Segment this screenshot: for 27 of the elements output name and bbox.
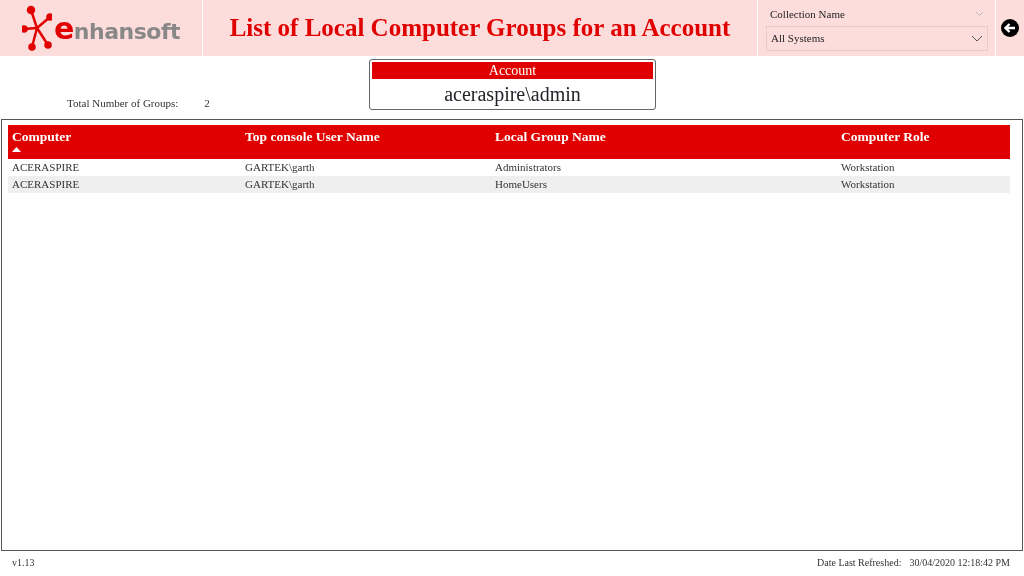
table-cell: GARTEK\garth xyxy=(241,159,491,176)
table-cell: ACERASPIRE xyxy=(8,159,241,176)
slicer-label: Collection Name xyxy=(770,6,845,22)
dropdown-field[interactable]: All Systems xyxy=(766,26,988,51)
table-cell: HomeUsers xyxy=(491,176,837,193)
table-cell: GARTEK\garth xyxy=(241,176,491,193)
chevron-icon xyxy=(971,34,983,42)
table-cell: ACERASPIRE xyxy=(8,176,241,193)
logo-text: enhansoft xyxy=(54,9,180,48)
card-title: Account xyxy=(372,62,653,79)
column-header[interactable]: Computer Role xyxy=(837,125,1010,159)
refreshed-label: Date Last Refreshed: xyxy=(817,557,902,568)
column-header[interactable]: Top console User Name xyxy=(241,125,491,159)
summary-value: 2 xyxy=(204,95,210,111)
chevron-icon xyxy=(975,10,984,17)
table-cell: Administrators xyxy=(491,159,837,176)
back-arrow-icon[interactable] xyxy=(1001,19,1019,37)
logo-icon xyxy=(22,5,52,51)
refreshed-value: 30/04/2020 12:18:42 PM xyxy=(909,557,1010,568)
column-header[interactable]: Local Group Name xyxy=(491,125,837,159)
summary-label: Total Number of Groups: xyxy=(67,95,179,111)
column-header[interactable]: Computer xyxy=(8,125,241,159)
version-label: v1.13 xyxy=(12,556,35,570)
page-title: List of Local Computer Groups for an Account xyxy=(229,13,731,44)
account-value: aceraspire\admin xyxy=(443,82,582,108)
table-cell: Workstation xyxy=(837,176,1010,193)
table-cell: Workstation xyxy=(837,159,1010,176)
